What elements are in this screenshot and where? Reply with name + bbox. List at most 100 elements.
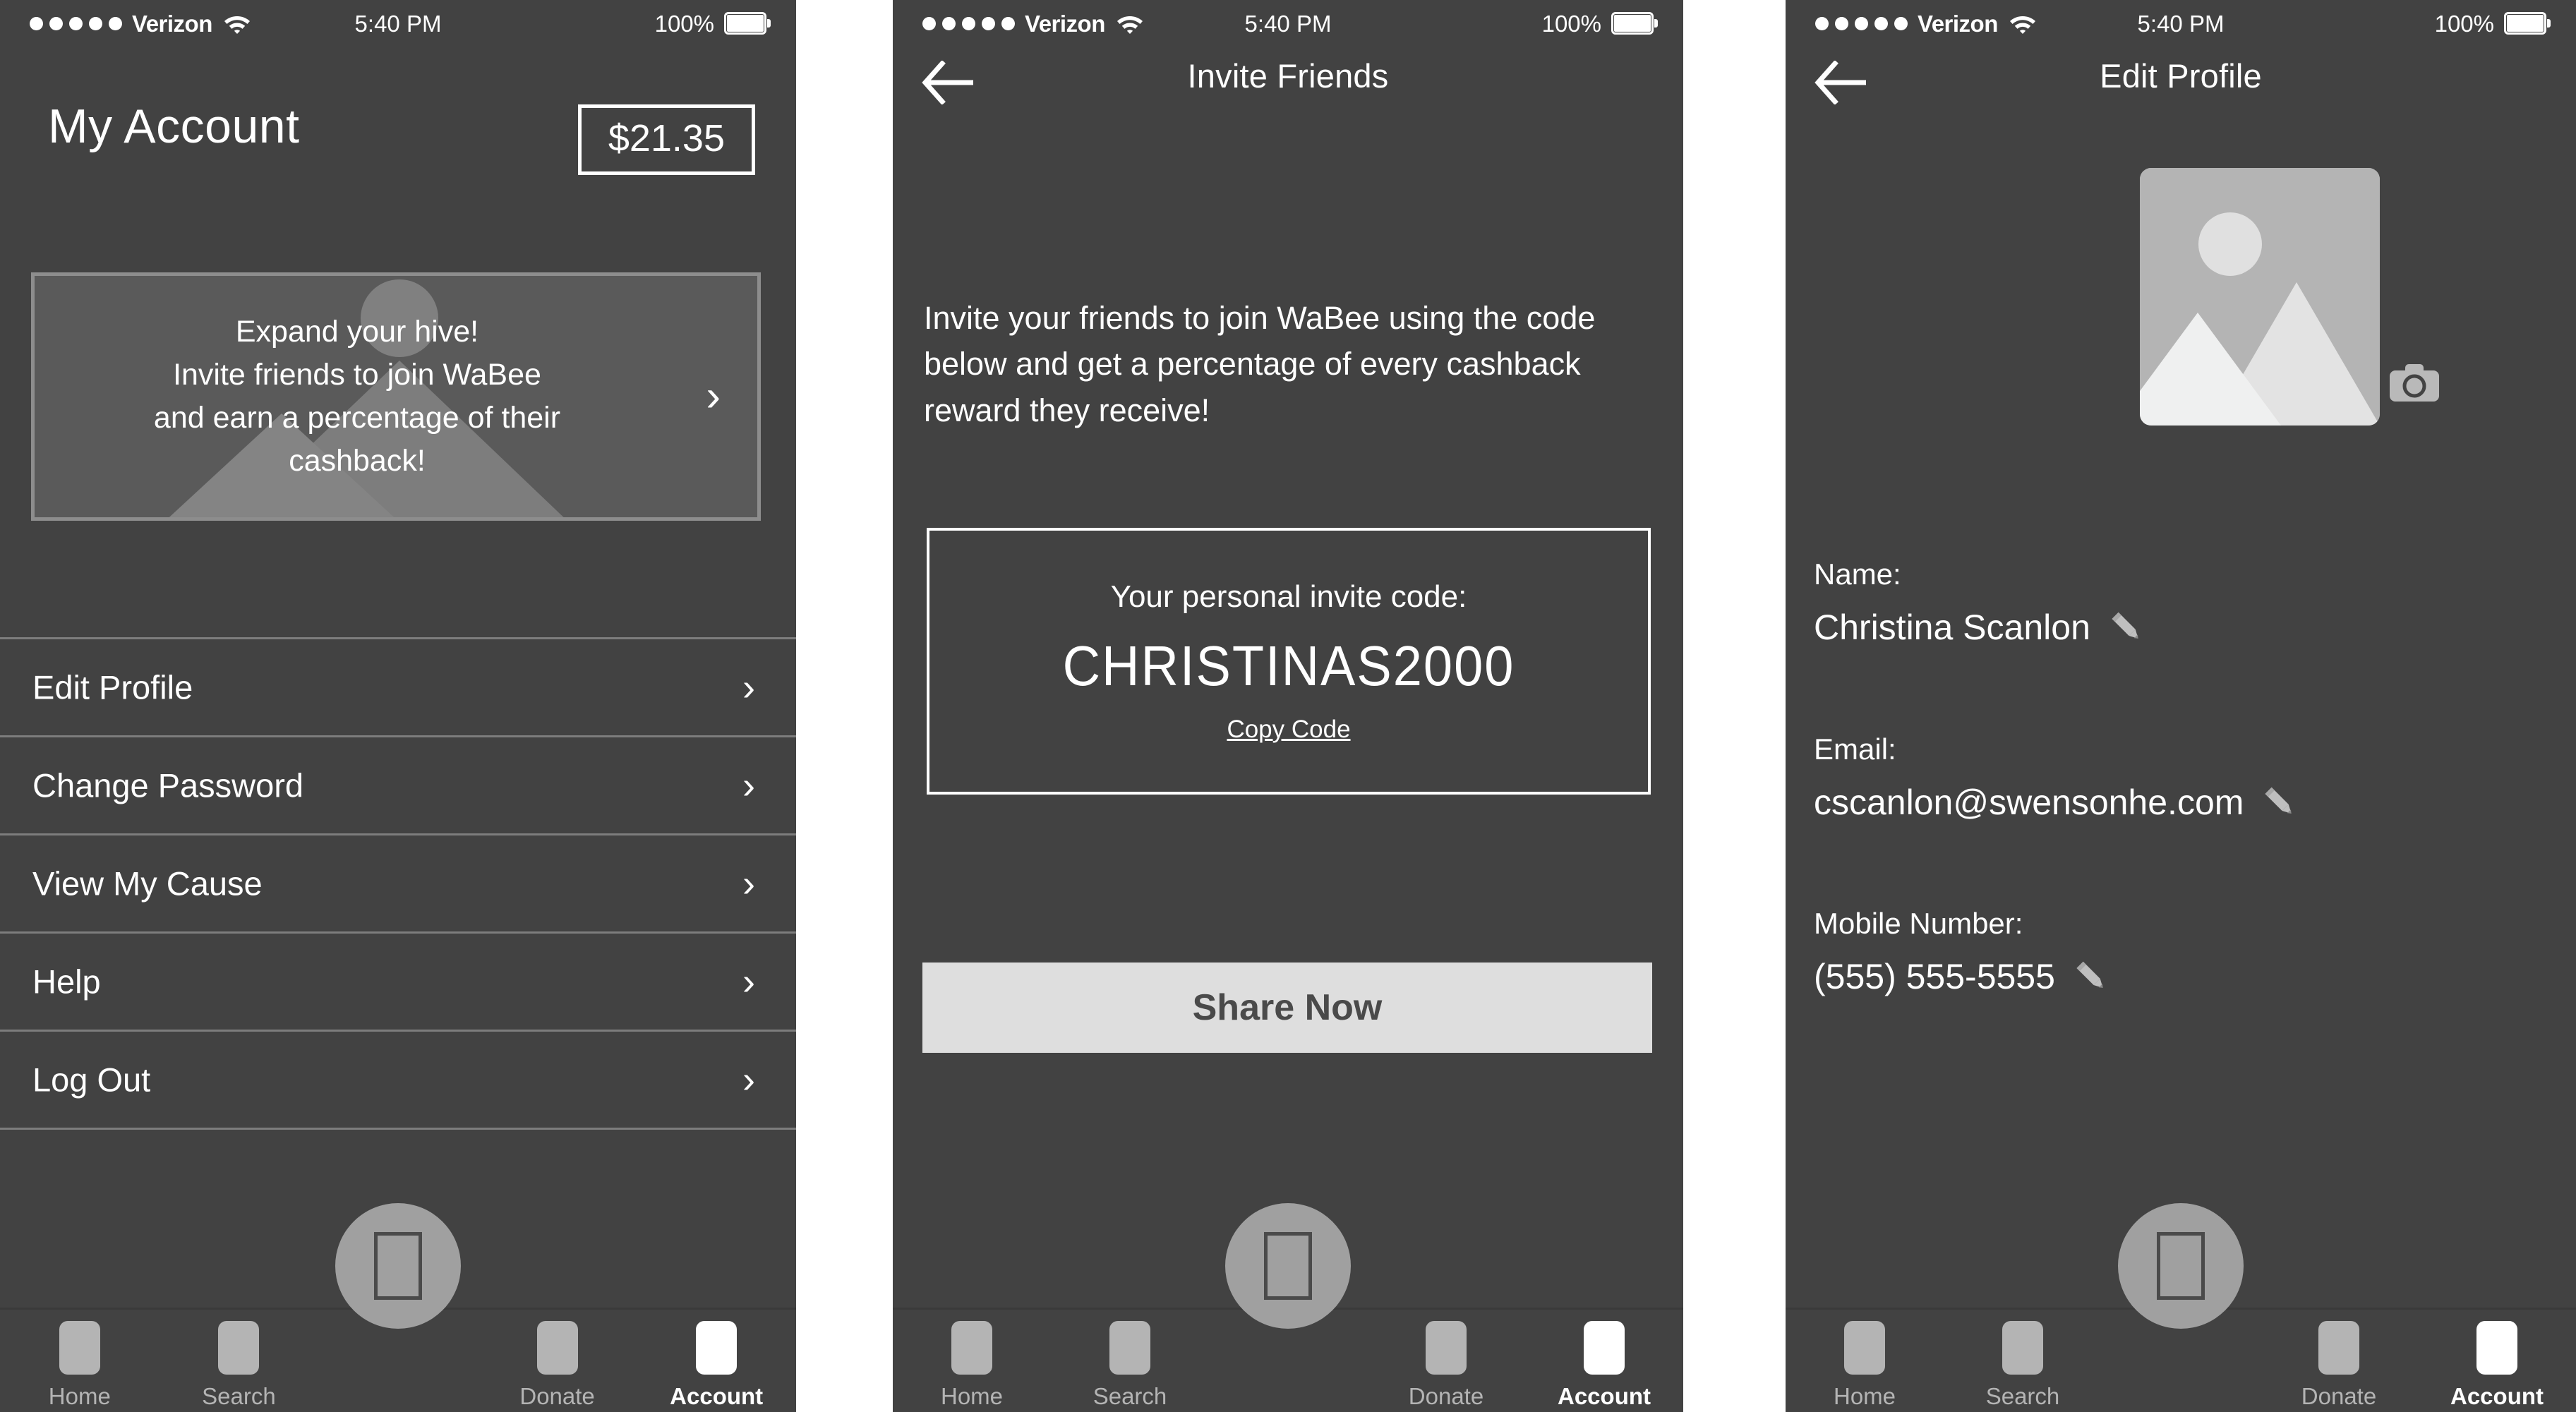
search-icon xyxy=(1109,1321,1150,1375)
tab-home[interactable]: Home xyxy=(893,1310,1051,1410)
scan-icon xyxy=(374,1232,422,1300)
phone-screen-my-account: Verizon 5:40 PM 100% My Account $21.35 E… xyxy=(0,0,796,1412)
chevron-right-icon: › xyxy=(742,666,755,708)
field-mobile-number: Mobile Number: (555) 555-5555 xyxy=(1814,907,2555,997)
account-icon xyxy=(1584,1321,1625,1375)
home-icon xyxy=(59,1321,100,1375)
tab-label: Account xyxy=(2450,1383,2544,1409)
status-bar-right: 100% xyxy=(2435,12,2551,35)
chevron-right-icon: › xyxy=(742,764,755,807)
tab-search[interactable]: Search xyxy=(1944,1310,2102,1410)
account-icon xyxy=(696,1321,738,1375)
tab-label: Donate xyxy=(2301,1383,2377,1409)
tab-search[interactable]: Search xyxy=(1051,1310,1209,1410)
tab-donate[interactable]: Donate xyxy=(2260,1310,2418,1410)
menu-item-view-my-cause[interactable]: View My Cause › xyxy=(0,833,796,931)
phone-screen-invite-friends: Verizon 5:40 PM 100% Invite Friends Invi… xyxy=(893,0,1683,1412)
phone-screen-edit-profile: Verizon 5:40 PM 100% Edit Profile Name: … xyxy=(1786,0,2576,1412)
balance-amount: $21.35 xyxy=(577,104,755,176)
tab-donate[interactable]: Donate xyxy=(478,1310,637,1410)
tab-home[interactable]: Home xyxy=(1786,1310,1944,1410)
battery-percent-label: 100% xyxy=(2434,10,2494,37)
chevron-right-icon: › xyxy=(742,960,755,1003)
tab-label: Donate xyxy=(1408,1383,1484,1409)
scan-icon xyxy=(2157,1232,2205,1300)
nav-header: Edit Profile xyxy=(1786,47,2576,126)
share-now-button[interactable]: Share Now xyxy=(922,963,1652,1053)
scan-fab-button[interactable] xyxy=(335,1203,461,1329)
invite-friends-promo-card[interactable]: Expand your hive! Invite friends to join… xyxy=(31,272,761,521)
page-title: Invite Friends xyxy=(1187,57,1389,95)
status-bar-right: 100% xyxy=(1542,12,1658,35)
invite-description: Invite your friends to join WaBee using … xyxy=(924,300,1596,428)
chevron-right-icon: › xyxy=(742,862,755,905)
field-row: (555) 555-5555 xyxy=(1814,956,2555,997)
status-bar-right: 100% xyxy=(655,12,771,35)
scan-icon xyxy=(1264,1232,1312,1300)
status-bar: Verizon 5:40 PM 100% xyxy=(893,0,1683,47)
tab-donate[interactable]: Donate xyxy=(1367,1310,1525,1410)
menu-item-label: Help xyxy=(32,963,101,1001)
menu-item-help[interactable]: Help › xyxy=(0,931,796,1030)
account-menu-list: Edit Profile › Change Password › View My… xyxy=(0,637,796,1130)
menu-item-label: View My Cause xyxy=(32,864,263,903)
tab-label: Home xyxy=(48,1383,111,1409)
invite-code-caption: Your personal invite code: xyxy=(1110,579,1467,614)
tab-account[interactable]: Account xyxy=(2418,1310,2576,1410)
scan-fab-button[interactable] xyxy=(1225,1203,1351,1329)
field-label: Name: xyxy=(1814,557,1901,591)
field-value: (555) 555-5555 xyxy=(1814,957,2055,996)
avatar-area xyxy=(2140,168,2439,426)
copy-code-link[interactable]: Copy Code xyxy=(1227,716,1350,744)
tab-label: Search xyxy=(1985,1383,2060,1409)
tab-account[interactable]: Account xyxy=(637,1310,796,1410)
chevron-right-icon: › xyxy=(706,372,721,421)
tab-home[interactable]: Home xyxy=(0,1310,160,1410)
tab-account[interactable]: Account xyxy=(1525,1310,1683,1410)
page-title: My Account xyxy=(48,99,300,153)
field-email: Email: cscanlon@swensonhe.com xyxy=(1814,732,2555,823)
camera-icon[interactable] xyxy=(2388,362,2440,404)
tab-search[interactable]: Search xyxy=(160,1310,319,1410)
home-icon xyxy=(951,1321,992,1375)
field-label: Email: xyxy=(1814,732,1896,766)
pencil-icon[interactable] xyxy=(2107,608,2145,646)
menu-item-change-password[interactable]: Change Password › xyxy=(0,735,796,833)
battery-full-icon xyxy=(724,12,771,35)
invite-code-value: CHRISTINAS2000 xyxy=(1062,634,1515,697)
tab-label: Home xyxy=(940,1383,1004,1409)
menu-item-label: Change Password xyxy=(32,766,304,804)
donate-icon xyxy=(1426,1321,1467,1375)
menu-item-edit-profile[interactable]: Edit Profile › xyxy=(0,637,796,735)
menu-item-label: Edit Profile xyxy=(32,668,193,706)
menu-item-label: Log Out xyxy=(32,1061,151,1099)
tab-label: Account xyxy=(670,1383,764,1409)
field-value: cscanlon@swensonhe.com xyxy=(1814,783,2244,822)
home-icon xyxy=(1844,1321,1885,1375)
search-icon xyxy=(2002,1321,2043,1375)
field-value: Christina Scanlon xyxy=(1814,608,2090,647)
status-bar: Verizon 5:40 PM 100% xyxy=(1786,0,2576,47)
tab-label: Home xyxy=(1833,1383,1896,1409)
field-row: cscanlon@swensonhe.com xyxy=(1814,782,2555,823)
nav-header: Invite Friends xyxy=(893,47,1683,126)
search-icon xyxy=(218,1321,260,1375)
pencil-icon[interactable] xyxy=(2261,783,2299,821)
pencil-icon[interactable] xyxy=(2072,958,2110,996)
image-placeholder-icon xyxy=(2140,168,2380,426)
page-title: Edit Profile xyxy=(2100,57,2262,95)
chevron-right-icon: › xyxy=(742,1058,755,1101)
avatar[interactable] xyxy=(2140,168,2380,426)
donate-icon xyxy=(536,1321,578,1375)
status-bar: Verizon 5:40 PM 100% xyxy=(0,0,796,47)
field-row: Christina Scanlon xyxy=(1814,607,2555,648)
menu-item-log-out[interactable]: Log Out › xyxy=(0,1030,796,1130)
screenshot-canvas: Verizon 5:40 PM 100% My Account $21.35 E… xyxy=(0,0,2576,1412)
tab-label: Account xyxy=(1558,1383,1651,1409)
field-name: Name: Christina Scanlon xyxy=(1814,557,2555,648)
scan-fab-button[interactable] xyxy=(2118,1203,2244,1329)
tab-label: Search xyxy=(1093,1383,1167,1409)
battery-percent-label: 100% xyxy=(654,10,714,37)
invite-code-box: Your personal invite code: CHRISTINAS200… xyxy=(927,528,1651,795)
account-icon xyxy=(2476,1321,2517,1375)
